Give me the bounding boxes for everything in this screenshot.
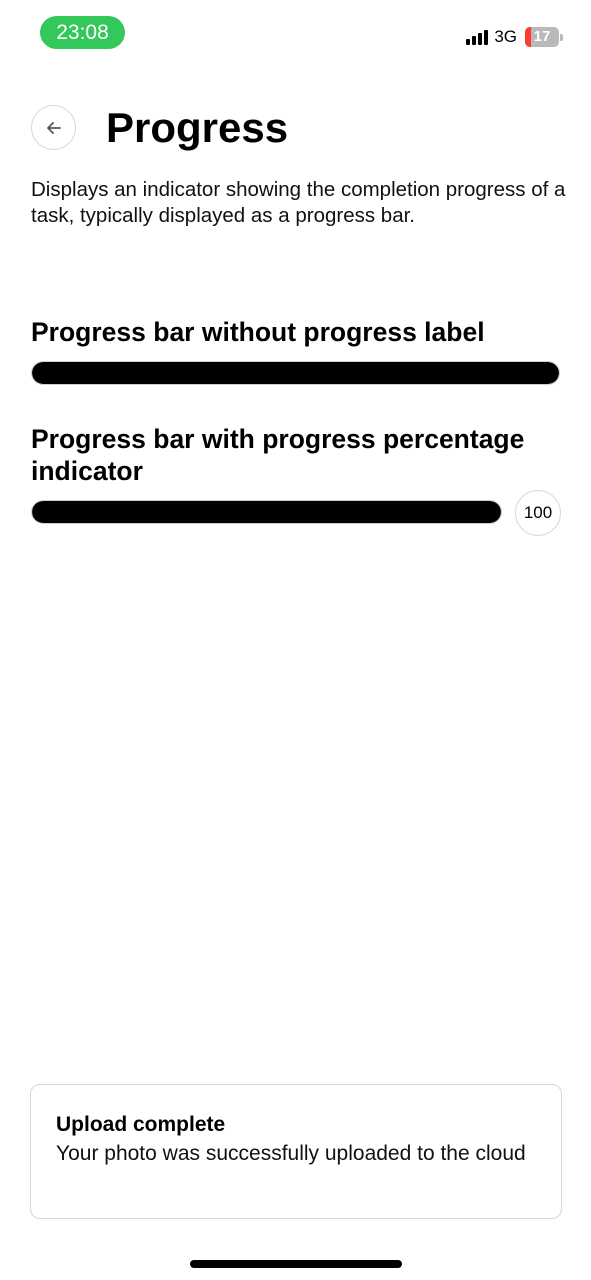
- toast-message: Your photo was successfully uploaded to …: [56, 1142, 526, 1165]
- progress-bar-with-indicator: [31, 500, 502, 524]
- toast-notification[interactable]: Upload complete Your photo was successfu…: [30, 1084, 562, 1219]
- page-description: Displays an indicator showing the comple…: [31, 178, 566, 227]
- screen: 23:08 3G 17 Progress Displays an indicat…: [0, 0, 591, 1280]
- battery-level: 17: [533, 28, 551, 45]
- battery-icon: 17: [525, 27, 559, 47]
- arrow-left-icon: [46, 121, 61, 134]
- home-indicator[interactable]: [190, 1260, 402, 1268]
- section-title-with-indicator: Progress bar with progress percentage in…: [31, 424, 525, 486]
- page-title: Progress: [106, 104, 289, 151]
- cellular-signal-icon: [466, 29, 489, 45]
- toast-title: Upload complete: [56, 1113, 226, 1136]
- progress-fill: [32, 362, 559, 384]
- status-time: 23:08: [40, 16, 125, 49]
- network-type: 3G: [494, 27, 517, 46]
- status-indicators: 3G 17: [466, 26, 563, 48]
- progress-fill: [32, 501, 501, 523]
- progress-bar-no-label: [31, 361, 560, 385]
- progress-percentage-indicator: 100: [515, 490, 561, 536]
- battery-tip: [560, 33, 563, 41]
- section-title-no-label: Progress bar without progress label: [31, 317, 485, 347]
- back-button[interactable]: [31, 105, 76, 150]
